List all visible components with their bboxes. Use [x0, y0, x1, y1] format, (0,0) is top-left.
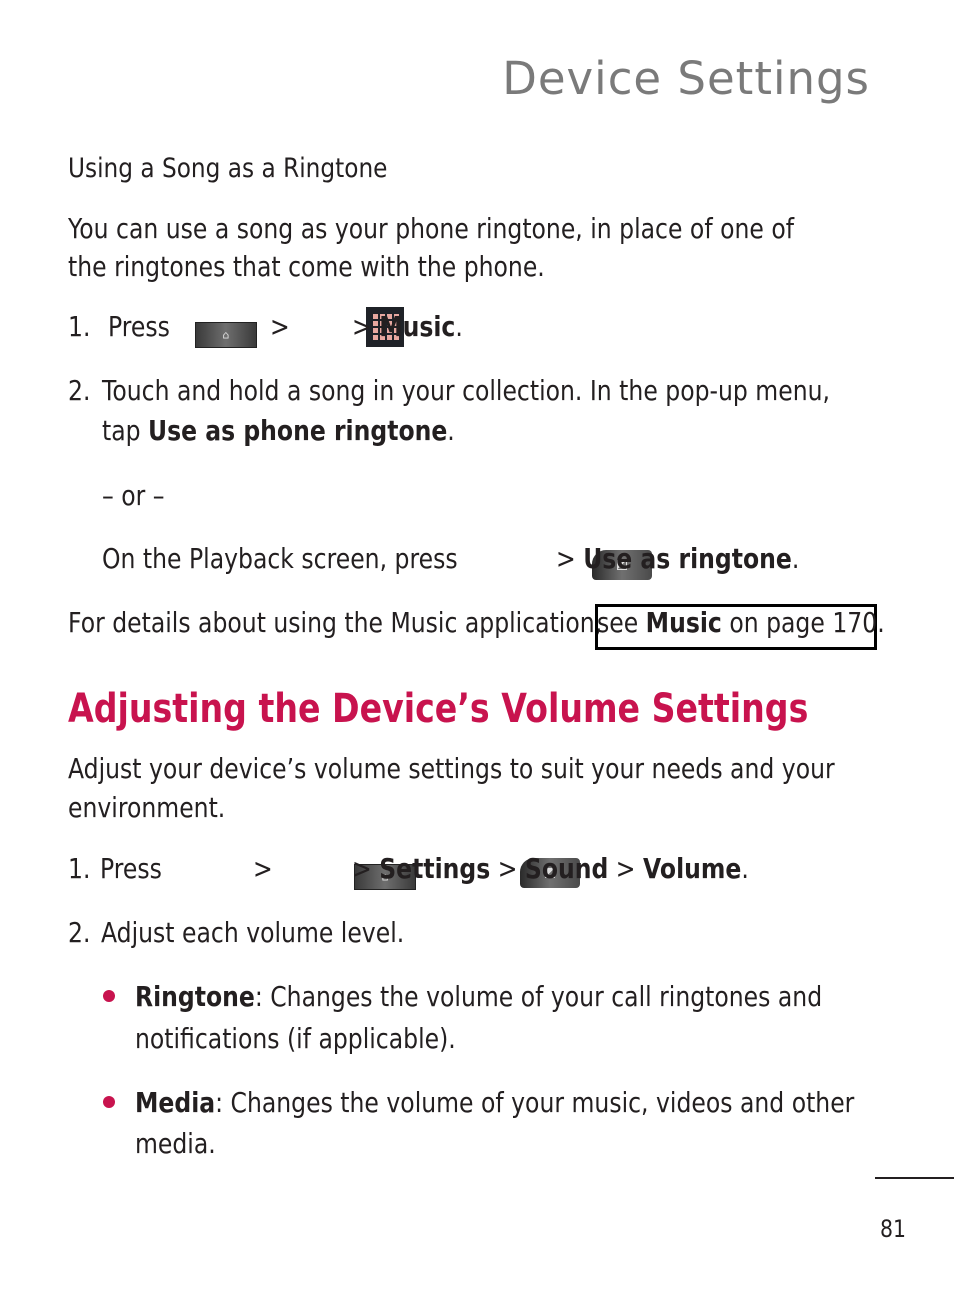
link-page: on page 170. [721, 606, 885, 639]
music-label: Music [379, 310, 456, 343]
step-1-music-path: > Music. [352, 308, 463, 346]
separator: > [615, 852, 636, 885]
bullet-media-line2: media. [135, 1127, 216, 1160]
sound-label: Sound [524, 852, 609, 885]
step-1-number: 1. [68, 310, 91, 343]
step-1-press: Press [108, 310, 170, 343]
intro-paragraph-line1: You can use a song as your phone rington… [68, 212, 794, 245]
bullet-ringtone-line1: Ringtone: Changes the volume of your cal… [135, 978, 822, 1016]
step-2-line2: tap Use as phone ringtone. [102, 412, 455, 450]
use-as-ringtone-label: Use as ringtone [583, 542, 792, 575]
link-see: see [597, 606, 646, 639]
media-term: Media [135, 1086, 216, 1119]
step-2-line1: Touch and hold a song in your collection… [102, 374, 830, 407]
playback-path: > Use as ringtone. [556, 540, 799, 578]
bullet-icon [103, 1096, 115, 1108]
page-header-title: Device Settings [502, 52, 870, 105]
volume-step-2-text: Adjust each volume level. [101, 916, 405, 949]
volume-step-1-press: Press [100, 852, 162, 885]
ringtone-desc: : Changes the volume of your call ringto… [254, 980, 823, 1013]
subheading-song-ringtone: Using a Song as a Ringtone [68, 153, 388, 184]
volume-step-1-number: 1. [68, 852, 91, 885]
period: . [791, 542, 800, 575]
step-2-number: 2. [68, 374, 91, 407]
tap-text: tap [102, 414, 149, 447]
bullet-media-line1: Media: Changes the volume of your music,… [135, 1084, 854, 1122]
separator: > [556, 542, 576, 575]
volume-label: Volume [642, 852, 742, 885]
volume-step-1-path: > Settings > Sound > Volume. [352, 850, 749, 888]
volume-step-2-number: 2. [68, 916, 91, 949]
footer-rule [875, 1177, 954, 1179]
volume-intro-line1: Adjust your device’s volume settings to … [68, 752, 835, 785]
section-title-volume: Adjusting the Device’s Volume Settings [68, 686, 809, 732]
music-page-link-text[interactable]: see Music on page 170. [597, 604, 885, 642]
step-1-separator: > [270, 310, 290, 343]
bullet-ringtone-line2: notifications (if applicable). [135, 1022, 456, 1055]
bullet-icon [103, 990, 115, 1002]
period: . [741, 852, 749, 885]
ringtone-term: Ringtone [135, 980, 255, 1013]
period: . [455, 310, 463, 343]
or-divider: – or – [102, 479, 165, 512]
details-text: For details about using the Music applic… [68, 606, 603, 639]
separator: > [497, 852, 518, 885]
settings-label: Settings [379, 852, 491, 885]
separator: > [352, 852, 372, 885]
period: . [447, 414, 455, 447]
media-desc: : Changes the volume of your music, vide… [215, 1086, 855, 1119]
intro-paragraph-line2: the ringtones that come with the phone. [68, 250, 545, 283]
link-music: Music [645, 606, 722, 639]
home-key-icon: ⌂ [195, 322, 257, 348]
volume-intro-line2: environment. [68, 791, 226, 824]
separator: > [352, 310, 372, 343]
separator: > [253, 852, 273, 885]
page-number: 81 [880, 1215, 906, 1243]
playback-instruction: On the Playback screen, press [102, 542, 458, 575]
use-as-phone-ringtone-label: Use as phone ringtone [148, 414, 448, 447]
